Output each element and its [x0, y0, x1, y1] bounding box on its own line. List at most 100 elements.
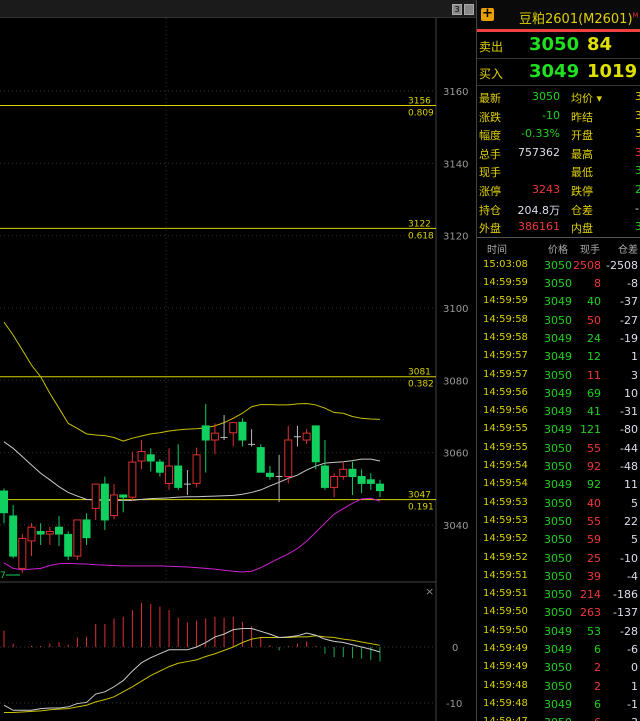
trade-row[interactable]: 14:59:58 3049 24 -19 [477, 329, 640, 347]
header-time: 时间 [487, 244, 507, 256]
info-value: 757362 [518, 145, 560, 159]
trade-time: 14:59:55 [483, 441, 528, 453]
candle-body [36, 531, 45, 535]
ask-label: 卖出 [479, 40, 504, 54]
candle-body [119, 494, 128, 498]
trade-volume: 12 [587, 350, 601, 364]
candle-body [302, 432, 311, 441]
trade-row[interactable]: 14:59:59 3049 40 -37 [477, 292, 640, 310]
trade-volume: 2 [594, 679, 601, 693]
trade-volume: 40 [587, 295, 601, 309]
info-label-2: 内盘 [571, 222, 593, 236]
trade-row[interactable]: 14:59:51 3050 214 -186 [477, 585, 640, 603]
y-tick-label: 3140 [443, 159, 468, 170]
info-label: 持仓 [479, 203, 501, 217]
trade-row[interactable]: 15:03:08 3050 2508 -2508 [477, 256, 640, 274]
bid-price[interactable]: 3049 [529, 61, 579, 82]
trade-price: 3050 [544, 679, 572, 693]
contract-name[interactable]: 豆粕2601(M2601)M [519, 8, 639, 27]
trade-price: 3049 [544, 478, 572, 492]
trade-row[interactable]: 14:59:48 3049 6 -1 [477, 695, 640, 713]
y-tick-label: 3100 [443, 304, 468, 315]
kline-chart[interactable]: 3160 3140 3120 3100 3080 3060 3040 3156 0.809 312… [0, 0, 476, 721]
candle-body [320, 465, 329, 488]
boll-upper-line [3, 321, 380, 442]
trade-row[interactable]: 14:59:50 3049 53 -28 [477, 622, 640, 640]
trade-row[interactable]: 14:59:53 3050 40 5 [477, 494, 640, 512]
candle-body [238, 421, 247, 441]
ask-row: 卖出 3050 84 [477, 32, 640, 59]
candle [100, 476, 109, 531]
info-row: 最新 3050 均价 ▾ 3 [477, 88, 640, 107]
trade-oi-change: -28 [620, 624, 638, 638]
candle [348, 461, 357, 495]
trade-row[interactable]: 14:59:52 3050 59 5 [477, 530, 640, 548]
trade-oi-change: -27 [620, 313, 638, 327]
trade-header: 时间 价格 现手 仓差 [477, 236, 640, 256]
trade-time: 14:59:56 [483, 386, 528, 398]
close-pane-icon: × [425, 585, 434, 598]
trade-price: 3049 [544, 295, 572, 309]
candle-body [110, 494, 119, 517]
candle-body [137, 451, 146, 462]
trade-volume: 24 [587, 331, 601, 345]
trade-row[interactable]: 14:59:54 3050 92 -48 [477, 457, 640, 475]
trade-row[interactable]: 14:59:56 3049 41 -31 [477, 402, 640, 420]
candle-body [229, 422, 238, 434]
trade-time: 14:59:57 [483, 350, 528, 362]
trade-row[interactable]: 14:59:59 3050 8 -8 [477, 274, 640, 292]
trade-oi-change: -80 [620, 423, 638, 437]
trade-volume: 59 [587, 533, 601, 547]
trade-row[interactable]: 14:59:50 3050 263 -137 [477, 603, 640, 621]
candle [330, 473, 339, 498]
ask-price[interactable]: 3050 [529, 34, 579, 55]
candle [256, 444, 265, 473]
trade-oi-change: -186 [613, 588, 638, 602]
trade-volume: 92 [587, 460, 601, 474]
period-icon[interactable]: 3 [452, 4, 462, 15]
trade-volume: 214 [580, 588, 601, 602]
trade-volume: 55 [587, 514, 601, 528]
candle-body [348, 468, 357, 478]
trade-row[interactable]: 14:59:48 3050 2 1 [477, 677, 640, 695]
chart-toolbar: 3 [0, 0, 476, 18]
info-value-2: 3 [635, 146, 640, 159]
trade-price: 3050 [544, 368, 572, 382]
trade-row[interactable]: 14:59:56 3049 69 10 [477, 384, 640, 402]
trade-volume: 6 [594, 697, 601, 711]
trade-volume: 53 [587, 624, 601, 638]
trade-row[interactable]: 14:59:51 3050 39 -4 [477, 567, 640, 585]
trade-oi-change: 3 [631, 716, 638, 721]
trade-row[interactable]: 14:59:53 3050 55 22 [477, 512, 640, 530]
trade-row[interactable]: 14:59:55 3049 121 -80 [477, 420, 640, 438]
trade-list[interactable]: 15:03:08 3050 2508 -2508 14:59:59 3050 8 -8 14:5… [477, 256, 640, 721]
fib-price-label: 3047 [408, 491, 431, 501]
trade-price: 3049 [544, 386, 572, 400]
trade-row[interactable]: 14:59:54 3049 92 11 [477, 475, 640, 493]
trade-row[interactable]: 14:59:52 3050 25 -10 [477, 549, 640, 567]
info-label: 现手 [479, 166, 501, 180]
candle [293, 425, 301, 447]
trade-row[interactable]: 14:59:57 3049 12 1 [477, 347, 640, 365]
trade-time: 14:59:50 [483, 624, 528, 636]
trade-row[interactable]: 14:59:49 3050 2 0 [477, 658, 640, 676]
trade-oi-change: 5 [631, 496, 638, 510]
trade-price: 3050 [544, 460, 572, 474]
trade-oi-change: -19 [620, 331, 638, 345]
macd-tick-label: 0 [452, 643, 458, 654]
trade-price: 3049 [544, 697, 572, 711]
trade-oi-change: -1 [627, 697, 638, 711]
trade-row[interactable]: 14:59:55 3050 55 -44 [477, 439, 640, 457]
layout-icon[interactable] [464, 4, 474, 15]
trade-time: 14:59:56 [483, 405, 528, 417]
trade-oi-change: -6 [627, 642, 638, 656]
quote-panel: + 豆粕2601(M2601)M 卖出 3050 84 买入 3049 1019… [476, 0, 640, 721]
trade-row[interactable]: 14:59:47 3050 6 3 [477, 713, 640, 721]
trade-row[interactable]: 14:59:58 3050 50 -27 [477, 311, 640, 329]
trade-row[interactable]: 14:59:57 3050 11 3 [477, 366, 640, 384]
candle [64, 531, 73, 561]
add-watchlist-button[interactable]: + [481, 7, 494, 21]
trade-row[interactable]: 14:59:49 3049 6 -6 [477, 640, 640, 658]
info-label: 最新 [479, 92, 501, 105]
candle-body [265, 472, 274, 478]
